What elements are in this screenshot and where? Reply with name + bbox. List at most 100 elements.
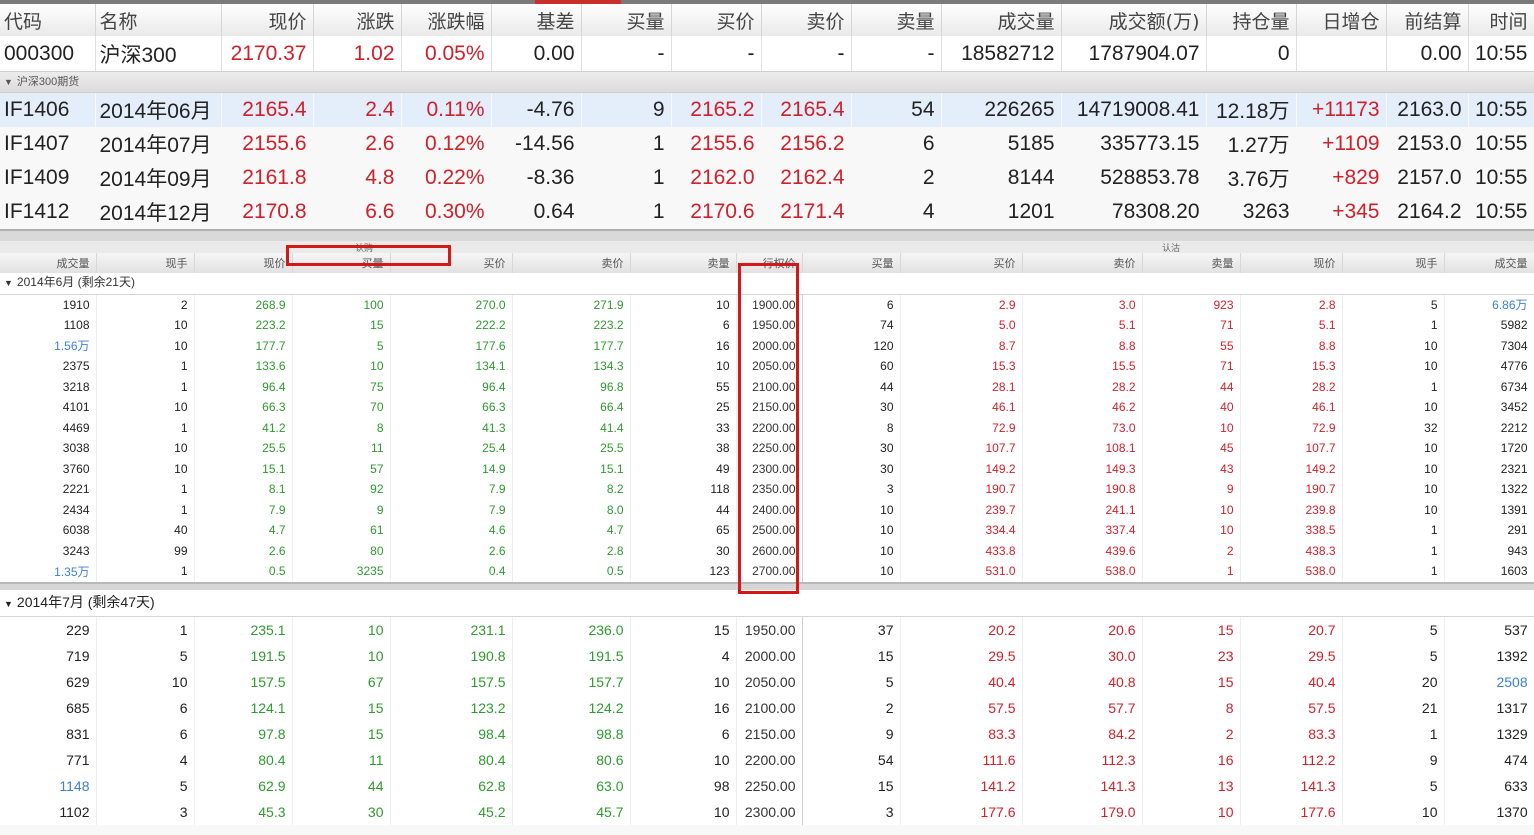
option-cell: 4.6	[390, 520, 513, 541]
column-header[interactable]: 名称	[95, 4, 222, 36]
option-row[interactable]: 229 1 235.1 10 231.1 236.0 15 1950.00 37 20.2 20.6…	[0, 616, 1534, 643]
option-cell: 15.3	[1240, 356, 1343, 377]
futures-cell: 10:55	[1474, 166, 1528, 189]
option-row[interactable]: 4101 10 66.3 70 66.3 66.4 25 2150.00 30 46.1 46.2 4…	[0, 397, 1534, 418]
option-row[interactable]: 771 4 80.4 11 80.4 80.6 10 2200.00 54 111.6 112.3 1…	[0, 746, 1534, 773]
column-header[interactable]: 卖价	[761, 4, 852, 36]
column-header[interactable]: 买量	[802, 253, 901, 273]
option-cell: 6	[802, 294, 901, 315]
column-header[interactable]: 卖价	[512, 253, 631, 273]
option-row[interactable]: 831 6 97.8 15 98.4 98.8 6 2150.00 9 83.3 84.2 2 83.3…	[0, 720, 1534, 747]
option-cell: 15.5	[1022, 356, 1143, 377]
option-cell: 80	[292, 540, 391, 561]
option-row[interactable]: 685 6 124.1 15 123.2 124.2 16 2100.00 2 57.5 57.7 8…	[0, 694, 1534, 721]
option-row[interactable]: 3243 99 2.6 80 2.6 2.8 30 2600.00 10 433.8 439.6 2 4…	[0, 540, 1534, 561]
pane-splitter[interactable]	[0, 229, 1534, 241]
option-row[interactable]: 3760 10 15.1 57 14.9 15.1 49 2300.00 30 149.2 149.…	[0, 458, 1534, 479]
column-header[interactable]: 买量	[292, 253, 391, 273]
option-row[interactable]: 629 10 157.5 67 157.5 157.7 10 2050.00 5 40.4 40.8…	[0, 668, 1534, 695]
option-cell: 8	[1142, 694, 1241, 721]
column-header[interactable]: 时间	[1468, 4, 1534, 36]
column-header[interactable]: 卖量	[630, 253, 737, 273]
option-row[interactable]: 3218 1 96.4 75 96.4 96.8 55 2100.00 44 28.1 28.2 44…	[0, 376, 1534, 397]
column-header[interactable]: 前结算	[1386, 4, 1469, 36]
option-row[interactable]: 2221 1 8.1 92 7.9 8.2 118 2350.00 3 190.7 190.8 9 19…	[0, 479, 1534, 500]
column-header[interactable]: 现价	[194, 253, 293, 273]
option-cell: 80.6	[512, 746, 631, 773]
column-header[interactable]: 成交量	[0, 253, 97, 273]
column-header[interactable]: 现手	[96, 253, 195, 273]
option-cell: 45.3	[194, 798, 293, 825]
option-row[interactable]: 719 5 191.5 10 190.8 191.5 4 2000.00 15 29.5 30.0 2…	[0, 642, 1534, 669]
column-header[interactable]: 现手	[1342, 253, 1445, 273]
column-header[interactable]: 成交量	[941, 4, 1062, 36]
column-header[interactable]: 成交量	[1444, 253, 1534, 273]
option-cell: 270.0	[390, 294, 513, 315]
expiry-group-header[interactable]: ▼ 2014年7月 (剩余47天)	[0, 589, 1534, 617]
option-cell: 177.7	[512, 335, 631, 356]
option-row[interactable]: 2375 1 133.6 10 134.1 134.3 10 2050.00 60 15.3 15.…	[0, 356, 1534, 377]
index-cell: -	[761, 36, 852, 71]
collapse-triangle-icon[interactable]: ▼	[4, 593, 13, 615]
option-cell: 2321	[1444, 458, 1534, 479]
expiry-group-header[interactable]: ▼ 2014年6月 (剩余21天)	[0, 273, 1534, 295]
column-header[interactable]: 涨跌幅	[401, 4, 492, 36]
collapse-triangle-icon[interactable]: ▼	[4, 275, 13, 292]
option-cell: 98.8	[512, 720, 631, 747]
option-cell: 2	[1142, 720, 1241, 747]
option-cell: 40.4	[1240, 668, 1343, 695]
option-row[interactable]: 6038 40 4.7 61 4.6 4.7 65 2500.00 10 334.4 337.4 10…	[0, 520, 1534, 541]
column-header[interactable]: 买价	[671, 4, 762, 36]
option-row[interactable]: 2434 1 7.9 9 7.9 8.0 44 2400.00 10 239.7 241.1 10 23…	[0, 499, 1534, 520]
column-header[interactable]: 代码	[0, 4, 96, 36]
column-header[interactable]: 基差	[491, 4, 582, 36]
option-cell: 1392	[1444, 642, 1534, 669]
column-header[interactable]: 现价	[221, 4, 314, 36]
option-row[interactable]: 1.35万 1 0.5 3235 0.4 0.5 123 2700.00 10 531.0 538.…	[0, 561, 1534, 582]
option-row[interactable]: 4469 1 41.2 8 41.3 41.4 33 2200.00 8 72.9 73.0 10 72…	[0, 417, 1534, 438]
option-row[interactable]: 3038 10 25.5 11 25.4 25.5 38 2250.00 30 107.7 108.…	[0, 438, 1534, 459]
column-header[interactable]: 卖价	[1022, 253, 1143, 273]
futures-row[interactable]: IF1409 2014年09月 2161.8 4.8 0.22% -8.36 1 2162.0…	[0, 161, 1534, 195]
index-row[interactable]: 000300 沪深300 2170.37 1.02 0.05% 0.00- - - -18582…	[0, 36, 1534, 71]
option-cell: 1322	[1444, 479, 1534, 500]
option-row[interactable]: 1148 5 62.9 44 62.8 63.0 98 2250.00 15 141.2 141.3…	[0, 772, 1534, 799]
option-row[interactable]: 1910 2 268.9 100 270.0 271.9 10 1900.00 6 2.9 3.0 9…	[0, 294, 1534, 315]
column-header[interactable]: 买量	[581, 4, 672, 36]
option-cell: 5	[292, 335, 391, 356]
futures-cell: 2014年09月	[99, 168, 212, 191]
option-row[interactable]: 1102 3 45.3 30 45.2 45.7 10 2300.00 3 177.6 179.0 1…	[0, 798, 1534, 825]
futures-row[interactable]: IF1407 2014年07月 2155.6 2.6 0.12% -14.56 1 2155.…	[0, 127, 1534, 161]
futures-cell: 2.4	[313, 93, 401, 127]
option-row[interactable]: 1108 10 223.2 15 222.2 223.2 6 1950.00 74 5.0 5.1 7…	[0, 315, 1534, 336]
column-header[interactable]: 日增仓	[1296, 4, 1387, 36]
month-separator[interactable]	[0, 581, 1534, 590]
option-cell: 32	[1342, 417, 1445, 438]
column-header[interactable]: 买价	[390, 253, 513, 273]
option-cell: 120	[802, 335, 901, 356]
futures-group-header[interactable]: ▼ 沪深300期货	[0, 71, 1534, 93]
option-cell: 16	[630, 694, 737, 721]
column-header[interactable]: 涨跌	[313, 4, 402, 36]
futures-cell: +1109	[1322, 132, 1380, 155]
option-cell: 943	[1444, 540, 1534, 561]
option-cell: 2212	[1444, 417, 1534, 438]
column-header[interactable]: 卖量	[1142, 253, 1241, 273]
futures-cell: -14.56	[514, 132, 575, 155]
collapse-triangle-icon[interactable]: ▼	[4, 72, 13, 92]
option-cell: 3452	[1444, 397, 1534, 418]
column-header[interactable]: 持仓量	[1206, 4, 1297, 36]
option-cell: 10	[1342, 438, 1445, 459]
column-header[interactable]: 现价	[1240, 253, 1343, 273]
futures-row[interactable]: IF1406 2014年06月 2165.4 2.4 0.11% -4.76 9 2165.2…	[0, 93, 1534, 127]
column-header[interactable]: 买价	[900, 253, 1023, 273]
option-cell: 16	[630, 335, 737, 356]
futures-cell: 2163.0	[1386, 93, 1468, 127]
option-row[interactable]: 1.56万 10 177.7 5 177.6 177.7 16 2000.00 120 8.7 8.…	[0, 335, 1534, 356]
futures-row[interactable]: IF1412 2014年12月 2170.8 6.6 0.30% 0.64 1 2170.6 2…	[0, 195, 1534, 229]
strike-header[interactable]: 行权价	[736, 253, 803, 273]
option-cell: 15.3	[900, 356, 1023, 377]
column-header[interactable]: 卖量	[851, 4, 942, 36]
column-header[interactable]: 成交额(万)	[1061, 4, 1207, 36]
option-cell: 5	[1342, 772, 1445, 799]
